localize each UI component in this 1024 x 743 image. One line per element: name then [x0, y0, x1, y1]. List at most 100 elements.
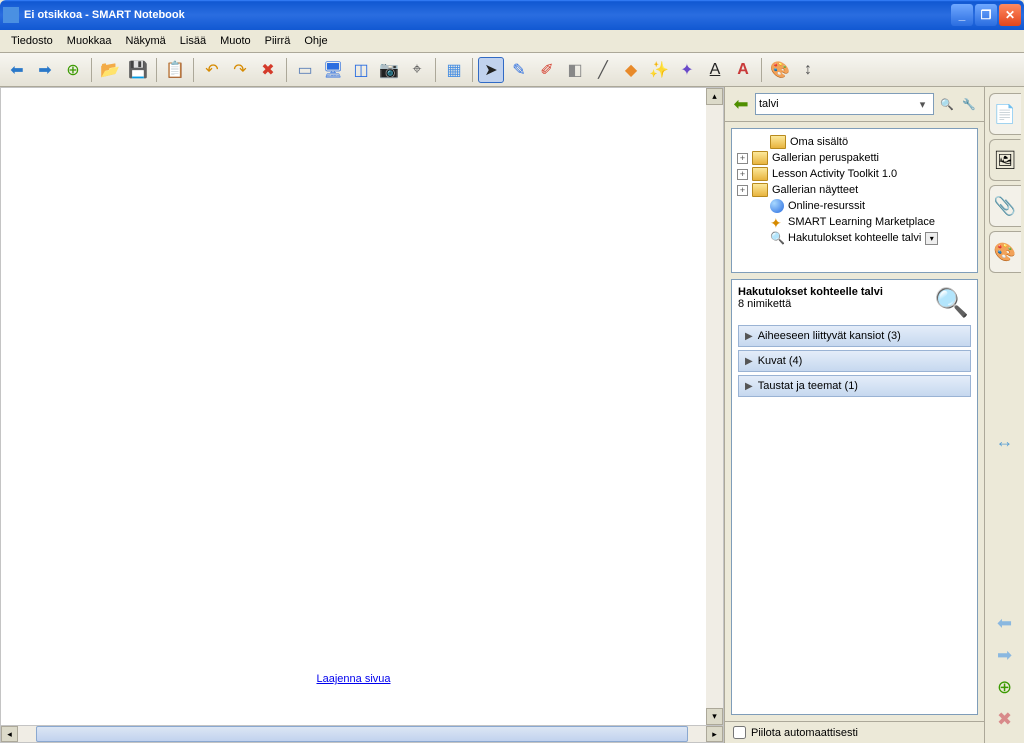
- pen-tool-button[interactable]: ✎: [506, 57, 532, 83]
- results-header: Hakutulokset kohteelle talvi 8 nimikettä…: [738, 286, 971, 310]
- fill-button[interactable]: ✦: [674, 57, 700, 83]
- text-tool-button[interactable]: A: [702, 57, 728, 83]
- shape-tool-button[interactable]: ◆: [618, 57, 644, 83]
- expand-icon[interactable]: +: [737, 153, 748, 164]
- gallery-search-combo[interactable]: ▾: [755, 93, 934, 115]
- line-tool-button[interactable]: ╱: [590, 57, 616, 83]
- save-button[interactable]: 💾: [125, 57, 151, 83]
- expand-page-link[interactable]: Laajenna sivua: [316, 673, 390, 685]
- panel-expand-icon[interactable]: ↔: [993, 429, 1017, 453]
- font-color-button[interactable]: A: [730, 57, 756, 83]
- table-button[interactable]: ▦: [441, 57, 467, 83]
- search-icon: 🔍: [770, 231, 784, 245]
- expand-icon[interactable]: +: [737, 169, 748, 180]
- result-category[interactable]: ▶Kuvat (4): [738, 350, 971, 372]
- tree-item[interactable]: 🔍 Hakutulokset kohteelle talvi ▾: [735, 230, 974, 246]
- category-label: Aiheeseen liittyvät kansiot (3): [758, 330, 901, 342]
- tab-attachments[interactable]: 📎: [989, 185, 1021, 227]
- app-icon: [3, 7, 19, 23]
- expand-arrow-icon: ▶: [745, 356, 753, 367]
- tab-properties[interactable]: 🎨: [989, 231, 1021, 273]
- tree-item[interactable]: + Gallerian näytteet: [735, 182, 974, 198]
- dual-page-button[interactable]: ◫: [348, 57, 374, 83]
- search-go-icon[interactable]: 🔍: [938, 95, 956, 113]
- tree-item-label: Gallerian peruspaketti: [772, 152, 879, 164]
- expand-arrow-icon: ▶: [745, 381, 753, 392]
- result-category[interactable]: ▶ Taustat ja teemat (1): [738, 375, 971, 397]
- window-title: Ei otsikkoa - SMART Notebook: [24, 9, 951, 21]
- menu-insert[interactable]: Lisää: [174, 33, 212, 49]
- close-button[interactable]: ✕: [999, 4, 1021, 26]
- tree-item[interactable]: Oma sisältö: [735, 134, 974, 150]
- tree-item[interactable]: ✦ SMART Learning Marketplace: [735, 214, 974, 230]
- redo-button[interactable]: ↷: [227, 57, 253, 83]
- expand-arrow-icon: ▶: [745, 331, 753, 342]
- menu-format[interactable]: Muoto: [214, 33, 257, 49]
- menu-edit[interactable]: Muokkaa: [61, 33, 118, 49]
- tree-item-label: Online-resurssit: [788, 200, 865, 212]
- creative-pen-button[interactable]: ✐: [534, 57, 560, 83]
- open-button[interactable]: 📂: [97, 57, 123, 83]
- capture-button[interactable]: 📷: [376, 57, 402, 83]
- search-dropdown-icon[interactable]: ▾: [915, 98, 930, 111]
- scroll-right-arrow[interactable]: ▸: [706, 726, 723, 742]
- result-category[interactable]: ▶ Aiheeseen liittyvät kansiot (3): [738, 325, 971, 347]
- tree-dropdown-icon[interactable]: ▾: [925, 232, 938, 245]
- select-tool-button[interactable]: ➤: [478, 57, 504, 83]
- tree-item[interactable]: + Gallerian peruspaketti: [735, 150, 974, 166]
- eraser-button[interactable]: ◧: [562, 57, 588, 83]
- auto-hide-row: Piilota automaattisesti: [725, 721, 984, 743]
- expand-icon[interactable]: +: [737, 185, 748, 196]
- minimize-button[interactable]: _: [951, 4, 973, 26]
- page-canvas[interactable]: Laajenna sivua: [1, 88, 706, 725]
- screen-shade-button[interactable]: ▭: [292, 57, 318, 83]
- tree-item[interactable]: +Lesson Activity Toolkit 1.0: [735, 166, 974, 182]
- auto-hide-label: Piilota automaattisesti: [751, 727, 858, 739]
- menu-draw[interactable]: Piirrä: [259, 33, 297, 49]
- star-icon: ✦: [770, 215, 784, 229]
- menu-view[interactable]: Näkymä: [119, 33, 171, 49]
- paste-button[interactable]: 📋: [162, 57, 188, 83]
- tree-item-label: Hakutulokset kohteelle talvi: [788, 232, 921, 244]
- side-next-icon[interactable]: ➡: [993, 643, 1017, 667]
- gallery-search-input[interactable]: [759, 98, 915, 110]
- gallery-back-button[interactable]: ⬅: [731, 94, 751, 114]
- magic-pen-button[interactable]: ✨: [646, 57, 672, 83]
- horizontal-scrollbar[interactable]: ◂ ▸: [1, 725, 723, 742]
- side-tab-strip: 📄 🖼 📎 🎨 ↔ ⬅ ➡ ⊕ ✖: [984, 87, 1024, 743]
- doc-camera-button[interactable]: ⌖: [404, 57, 430, 83]
- fullscreen-button[interactable]: 🖥: [320, 57, 346, 83]
- tab-gallery[interactable]: 🖼: [989, 139, 1021, 181]
- undo-button[interactable]: ↶: [199, 57, 225, 83]
- tree-item-label: Oma sisältö: [790, 136, 848, 148]
- folder-icon: [752, 151, 768, 165]
- auto-hide-checkbox[interactable]: [733, 726, 746, 739]
- scroll-left-arrow[interactable]: ◂: [1, 726, 18, 742]
- side-delete-icon[interactable]: ✖: [993, 707, 1017, 731]
- prev-page-button[interactable]: ⬅: [4, 57, 30, 83]
- category-label: Taustat ja teemat (1): [758, 380, 858, 392]
- move-toolbar-button[interactable]: ↕: [795, 57, 821, 83]
- tree-item[interactable]: Online-resurssit: [735, 198, 974, 214]
- side-prev-icon[interactable]: ⬅: [993, 611, 1017, 635]
- vertical-scrollbar[interactable]: ▴ ▾: [706, 88, 723, 725]
- delete-button[interactable]: ✖: [255, 57, 281, 83]
- menu-help[interactable]: Ohje: [298, 33, 333, 49]
- next-page-button[interactable]: ➡: [32, 57, 58, 83]
- side-add-icon[interactable]: ⊕: [993, 675, 1017, 699]
- properties-button[interactable]: 🎨: [767, 57, 793, 83]
- tree-item-label: SMART Learning Marketplace: [788, 216, 935, 228]
- maximize-button[interactable]: ❐: [975, 4, 997, 26]
- tree-item-label: Gallerian näytteet: [772, 184, 858, 196]
- menu-file[interactable]: Tiedosto: [5, 33, 59, 49]
- scroll-down-arrow[interactable]: ▾: [706, 708, 723, 725]
- scroll-up-arrow[interactable]: ▴: [706, 88, 723, 105]
- gallery-tree[interactable]: Oma sisältö + Gallerian peruspaketti +Lesso…: [731, 128, 978, 273]
- gallery-tools-icon[interactable]: 🔧: [960, 95, 978, 113]
- add-page-button[interactable]: ⊕: [60, 57, 86, 83]
- folder-icon: [770, 135, 786, 149]
- globe-icon: [770, 199, 784, 213]
- gallery-results: Hakutulokset kohteelle talvi 8 nimikettä…: [731, 279, 978, 715]
- tab-page-sorter[interactable]: 📄: [989, 93, 1021, 135]
- workspace: Laajenna sivua ▴ ▾ ◂ ▸ ⬅ ▾ 🔍 🔧: [0, 87, 1024, 743]
